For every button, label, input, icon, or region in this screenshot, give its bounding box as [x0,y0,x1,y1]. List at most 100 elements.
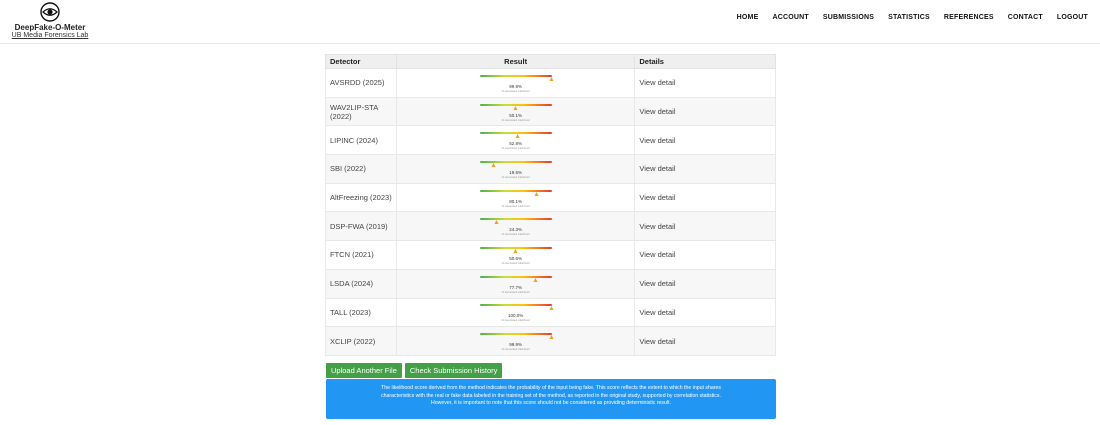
nav-statistics[interactable]: STATISTICS [888,14,930,21]
likelihood-caption: AI-Generated Likelihood [501,348,530,352]
score-marker-icon [491,162,496,167]
likelihood-percent: 99.9% [509,83,522,89]
nav-account[interactable]: ACCOUNT [772,14,808,21]
likelihood-percent: 52.8% [509,141,522,147]
notice-line-1: The likelihood score derived from the me… [381,385,721,391]
table-row: TALL (2023) 100.0% AI-Generated Likelihood… [325,297,776,328]
details-cell: View detail [634,240,776,270]
result-cell: 52.8% AI-Generated Likelihood [395,125,636,156]
result-cell: 24.3% AI-Generated Likelihood [395,211,636,242]
table-row: XCLIP (2022) 99.9% AI-Generated Likelihood… [325,326,776,356]
detector-name: FTCN (2021) [325,240,397,270]
score-marker-icon [549,306,554,311]
result-cell: 100.0% AI-Generated Likelihood [395,297,636,328]
view-detail-link[interactable]: View detail [639,308,675,317]
likelihood-gradient-bar [479,275,552,278]
table-row: LSDA (2024) 77.7% AI-Generated Likelihood V… [325,268,776,299]
view-detail-link[interactable]: View detail [639,250,675,259]
table-row: WAV2LIP-STA (2022) 50.1% AI-Generated Like… [325,96,776,127]
nav-logout[interactable]: LOGOUT [1057,14,1088,21]
likelihood-meter: 24.3% AI-Generated Likelihood [479,215,552,237]
likelihood-percent: 24.3% [509,227,522,233]
site-header: DeepFake-O-Meter UB Media Forensics Lab … [0,0,1100,44]
main-nav: HOME ACCOUNT SUBMISSIONS STATISTICS REFE… [723,14,1088,21]
score-marker-icon [534,191,539,196]
likelihood-notice: The likelihood score derived from the me… [326,379,776,419]
result-cell: 19.5% AI-Generated Likelihood [395,154,636,184]
view-detail-link[interactable]: View detail [639,279,675,288]
view-detail-link[interactable]: View detail [639,337,675,346]
likelihood-meter: 50.1% AI-Generated Likelihood [479,101,552,123]
result-cell: 80.1% AI-Generated Likelihood [395,182,636,213]
likelihood-caption: AI-Generated Likelihood [501,118,530,122]
eye-logo-icon [40,2,60,22]
table-row: AltFreezing (2023) 80.1% AI-Generated Like… [325,182,776,213]
details-cell: View detail [634,182,776,213]
table-header-row: Detector Result Details [325,54,776,69]
table-row: DSP-FWA (2019) 24.3% AI-Generated Likeliho… [325,211,776,242]
likelihood-meter: 99.9% AI-Generated Likelihood [479,330,554,352]
likelihood-meter: 99.9% AI-Generated Likelihood [479,72,554,94]
likelihood-caption: AI-Generated Likelihood [501,319,530,323]
likelihood-meter: 80.1% AI-Generated Likelihood [479,187,552,209]
detector-name: DSP-FWA (2019) [325,211,397,242]
likelihood-meter: 50.6% AI-Generated Likelihood [479,244,552,266]
likelihood-caption: AI-Generated Likelihood [501,261,530,265]
likelihood-caption: AI-Generated Likelihood [501,204,530,208]
result-cell: 50.6% AI-Generated Likelihood [395,240,636,270]
view-detail-link[interactable]: View detail [639,193,675,202]
notice-line-2: characteristics with the real or fake da… [381,392,721,399]
likelihood-percent: 99.9% [509,342,522,348]
details-cell: View detail [634,268,776,299]
detector-name: TALL (2023) [325,297,397,328]
likelihood-caption: AI-Generated Likelihood [501,147,530,151]
details-cell: View detail [634,297,776,328]
nav-references[interactable]: REFERENCES [944,14,994,21]
likelihood-meter: 77.7% AI-Generated Likelihood [479,273,552,295]
brand-name: DeepFake-O-Meter [14,23,86,32]
likelihood-meter: 100.0% AI-Generated Likelihood [479,301,554,323]
brand[interactable]: DeepFake-O-Meter UB Media Forensics Lab [6,2,94,39]
lab-link[interactable]: UB Media Forensics Lab [6,32,94,39]
details-cell: View detail [634,68,776,98]
header-result: Result [395,54,636,69]
likelihood-caption: AI-Generated Likelihood [501,89,530,93]
detector-name: LSDA (2024) [325,268,397,299]
header-details: Details [634,54,776,69]
notice-line-3: However, it is important to note that th… [431,400,671,407]
detector-name: WAV2LIP-STA (2022) [325,96,397,127]
likelihood-percent: 80.1% [509,198,522,204]
likelihood-percent: 19.5% [509,169,522,175]
score-marker-icon [515,134,520,139]
table-row: FTCN (2021) 50.6% AI-Generated Likelihood V… [325,240,776,270]
likelihood-caption: AI-Generated Likelihood [501,290,530,294]
likelihood-percent: 50.1% [509,112,522,118]
detector-name: AVSRDD (2025) [325,68,397,98]
score-marker-icon [513,105,518,110]
view-detail-link[interactable]: View detail [639,164,675,173]
results-table: Detector Result Details AVSRDD (2025) 99.… [325,54,776,356]
likelihood-percent: 100.0% [507,313,524,319]
results-body: AVSRDD (2025) 99.9% AI-Generated Likelihoo… [325,68,776,356]
view-detail-link[interactable]: View detail [639,78,675,87]
result-cell: 77.7% AI-Generated Likelihood [395,268,636,299]
likelihood-meter: 19.5% AI-Generated Likelihood [479,158,552,180]
score-marker-icon [494,220,499,225]
table-row: AVSRDD (2025) 99.9% AI-Generated Likelihoo… [325,68,776,98]
nav-home[interactable]: HOME [737,14,759,21]
likelihood-caption: AI-Generated Likelihood [501,175,530,179]
view-detail-link[interactable]: View detail [639,107,675,116]
table-row: SBI (2022) 19.5% AI-Generated Likelihood Vi… [325,154,776,184]
details-cell: View detail [634,326,776,356]
details-cell: View detail [634,125,776,156]
nav-submissions[interactable]: SUBMISSIONS [823,14,874,21]
nav-contact[interactable]: CONTACT [1008,14,1043,21]
table-row: LIPINC (2024) 52.8% AI-Generated Likelihoo… [325,125,776,156]
check-submission-history-button[interactable]: Check Submission History [404,363,503,378]
likelihood-gradient-bar [479,333,552,336]
likelihood-gradient-bar [479,218,552,221]
upload-another-file-button[interactable]: Upload Another File [326,363,402,378]
view-detail-link[interactable]: View detail [639,222,675,231]
view-detail-link[interactable]: View detail [639,136,675,145]
score-marker-icon [533,277,538,282]
